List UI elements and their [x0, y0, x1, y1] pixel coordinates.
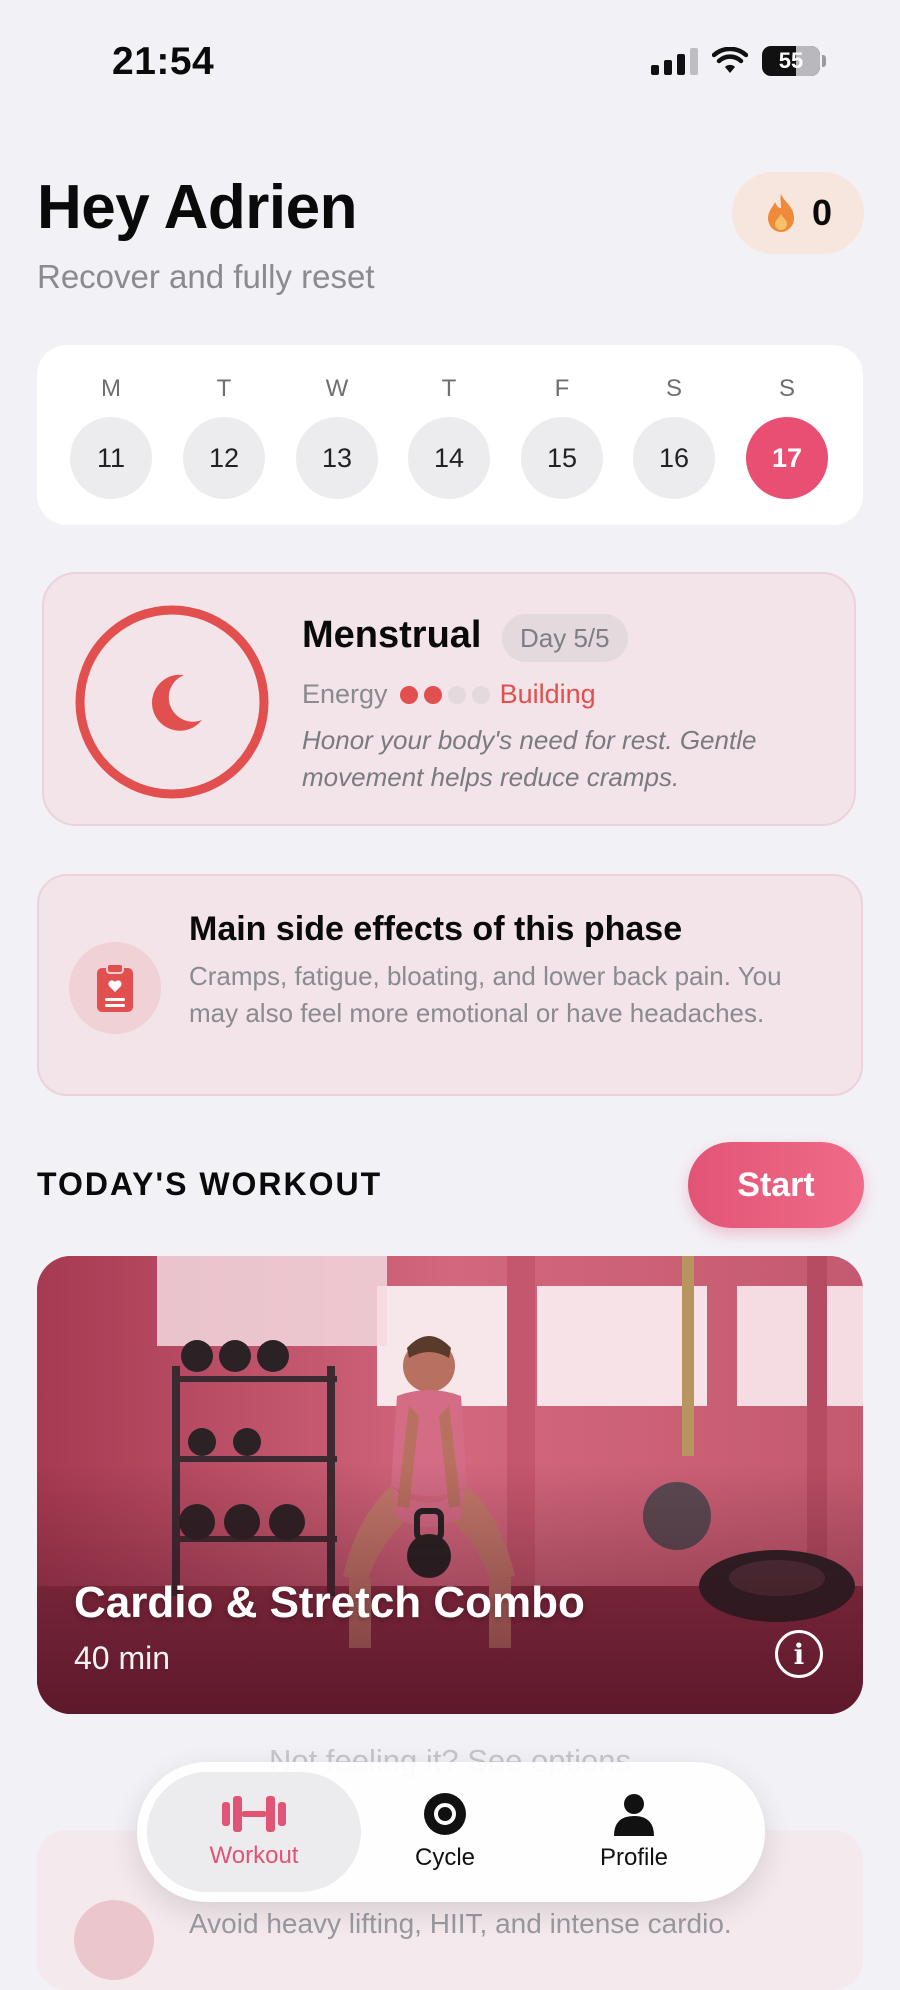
streak-count: 0: [811, 192, 833, 233]
energy-label: Energy: [302, 679, 388, 709]
side-effects-card[interactable]: Main side effects of this phase Cramps, …: [37, 874, 863, 1096]
energy-dot-filled: [423, 685, 442, 704]
status-icons: 55: [651, 46, 826, 76]
day-number: 14: [408, 417, 490, 499]
day-number: 13: [296, 417, 378, 499]
day-number: 15: [521, 417, 603, 499]
day-tue[interactable]: T 12: [182, 345, 266, 525]
battery-level: 55: [778, 48, 804, 73]
flame-icon: [767, 194, 794, 232]
energy-row: Energy Building: [302, 679, 596, 710]
energy-dots: [399, 685, 490, 704]
workout-title: Cardio & Stretch Combo: [74, 1578, 585, 1627]
workout-card[interactable]: Cardio & Stretch Combo 40 min i: [37, 1256, 863, 1714]
greeting-title: Hey Adrien: [37, 173, 358, 242]
workout-section-title: TODAY'S WORKOUT: [37, 1166, 383, 1202]
wifi-icon: [712, 47, 748, 73]
tab-cycle[interactable]: Cycle: [375, 1772, 515, 1892]
cycle-phase-card[interactable]: Menstrual Day 5/5 Energy Building Honor …: [42, 572, 856, 826]
info-icon[interactable]: i: [775, 1630, 823, 1678]
battery-icon: 55: [762, 46, 820, 76]
dumbbell-icon: [222, 1796, 286, 1832]
moon-icon: [151, 674, 202, 731]
energy-status: Building: [499, 679, 596, 709]
day-letter: S: [778, 375, 795, 402]
day-letter: T: [216, 375, 232, 402]
status-time: 21:54: [112, 40, 215, 83]
tab-workout[interactable]: Workout: [147, 1772, 361, 1892]
phase-day-chip: Day 5/5: [502, 614, 628, 662]
caution-text: Avoid heavy lifting, HIIT, and intense c…: [189, 1908, 732, 1939]
streak-badge[interactable]: 0: [732, 172, 864, 254]
tab-profile[interactable]: Profile: [529, 1772, 739, 1892]
day-letter: M: [101, 375, 121, 402]
day-number: 11: [70, 417, 152, 499]
phase-progress-ring: [75, 605, 269, 799]
day-letter: F: [554, 375, 570, 402]
day-thu[interactable]: T 14: [407, 345, 491, 525]
tab-label: Profile: [599, 1844, 669, 1871]
day-number: 17: [746, 417, 828, 499]
energy-dot-empty: [447, 685, 466, 704]
day-fri[interactable]: F 15: [520, 345, 604, 525]
tab-label: Cycle: [414, 1844, 475, 1871]
phase-description: Honor your body's need for rest. Gentle …: [302, 725, 757, 792]
tab-bar: Workout Cycle Profile: [137, 1762, 765, 1902]
day-number: 16: [633, 417, 715, 499]
day-letter: S: [665, 375, 682, 402]
person-icon: [614, 1794, 654, 1836]
day-letter: W: [325, 375, 349, 402]
tab-label: Workout: [209, 1842, 299, 1869]
battery-tip: [822, 55, 826, 67]
day-mon[interactable]: M 11: [69, 345, 153, 525]
start-workout-button[interactable]: Start: [688, 1142, 864, 1228]
energy-dot-filled: [399, 685, 418, 704]
day-sat[interactable]: S 16: [632, 345, 716, 525]
day-number: 12: [183, 417, 265, 499]
phase-name: Menstrual: [302, 614, 482, 656]
side-effects-description: Cramps, fatigue, bloating, and lower bac…: [189, 961, 782, 1028]
day-sun-selected[interactable]: S 17: [745, 345, 829, 525]
day-letter: T: [441, 375, 457, 402]
clipboard-heart-icon: [69, 942, 161, 1034]
energy-dot-empty: [471, 685, 490, 704]
week-strip: M 11 T 12 W 13 T 14 F 15 S 16 S 17: [37, 345, 863, 525]
side-effects-title: Main side effects of this phase: [189, 910, 683, 948]
cycle-ring-icon: [424, 1793, 466, 1835]
workout-duration: 40 min: [74, 1640, 171, 1676]
cellular-signal-icon: [651, 47, 698, 75]
greeting-subtitle: Recover and fully reset: [37, 258, 375, 295]
day-wed[interactable]: W 13: [295, 345, 379, 525]
warning-icon: [74, 1900, 154, 1980]
